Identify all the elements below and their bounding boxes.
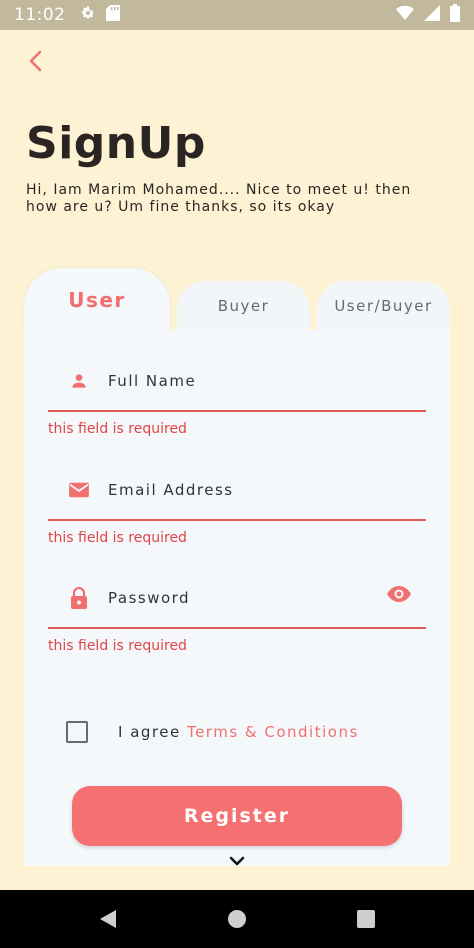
signal-icon [424,4,440,26]
agree-checkbox[interactable] [66,721,88,743]
email-input[interactable] [108,481,358,499]
lock-icon [64,587,94,609]
register-button[interactable]: Register [72,786,402,846]
back-button[interactable] [20,48,50,78]
page-title: SignUp [26,118,206,169]
eye-icon[interactable] [386,585,412,607]
page-subtitle: Hi, Iam Marim Mohamed.... Nice to meet u… [26,182,412,215]
full-name-error: this field is required [48,421,187,437]
status-right-icons [396,3,460,27]
status-bar: 11:02 [0,0,474,30]
sd-card-icon [105,4,120,26]
navigation-bar [0,890,474,948]
chevron-left-icon [28,50,42,76]
mail-icon [64,481,94,499]
settings-icon [80,5,96,26]
agree-label: I agree Terms & Conditions [118,723,359,741]
person-icon [64,371,94,391]
password-error: this field is required [48,638,187,654]
terms-link[interactable]: Terms & Conditions [187,723,359,741]
password-field[interactable] [48,569,426,629]
agree-text: I agree [118,723,187,741]
email-error: this field is required [48,530,187,546]
chevron-down-icon[interactable] [229,852,245,871]
tab-buyer[interactable]: Buyer [177,281,310,331]
full-name-field[interactable] [48,352,426,412]
full-name-input[interactable] [108,372,358,390]
status-time: 11:02 [14,5,66,25]
email-field[interactable] [48,461,426,521]
back-triangle-icon[interactable] [98,909,118,933]
tab-user-buyer[interactable]: User/Buyer [317,281,450,331]
password-input[interactable] [108,589,358,607]
battery-icon [450,3,460,27]
home-circle-icon[interactable] [227,909,247,933]
tab-user[interactable]: User [24,268,170,332]
recents-square-icon[interactable] [356,909,376,933]
wifi-icon [396,5,414,25]
